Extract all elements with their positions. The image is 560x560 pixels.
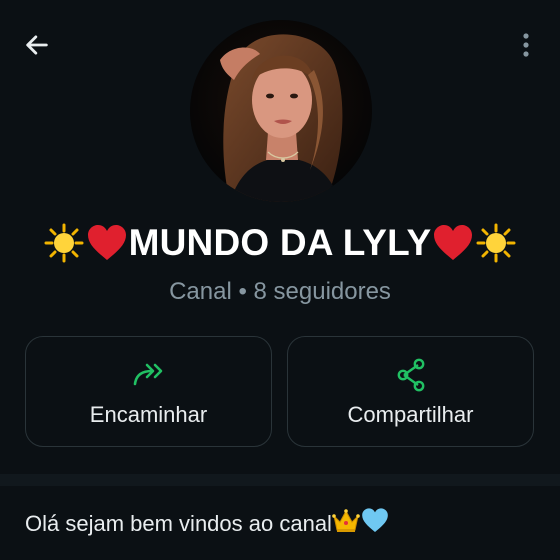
share-icon [393,357,429,393]
description-text: Olá sejam bem vindos ao canal [25,510,332,536]
light-blue-heart-icon [360,507,390,540]
red-heart-icon [432,223,474,263]
sun-icon [44,223,84,263]
more-options-button[interactable] [514,28,538,62]
channel-subtitle: Canal • 8 seguidores [169,278,391,305]
channel-avatar[interactable] [190,20,372,202]
sun-icon [476,223,516,263]
channel-name: MUNDO DA LYLY [0,215,560,271]
share-button[interactable]: Compartilhar [287,336,534,447]
channel-header-panel: MUNDO DA LYLY Canal • 8 seguidores Encam… [0,0,560,474]
channel-name-text: MUNDO DA LYLY [128,222,432,263]
section-divider [0,474,560,486]
arrow-left-icon [26,35,48,55]
more-vertical-icon [523,33,529,57]
forward-button[interactable]: Encaminhar [25,336,272,447]
forward-label: Encaminhar [89,402,208,427]
back-button[interactable] [20,28,54,62]
share-label: Compartilhar [347,402,474,427]
profile-photo [190,20,372,202]
red-heart-icon [86,223,128,263]
crown-icon [332,508,360,540]
channel-description: Olá sejam bem vindos ao canal [25,507,390,540]
forward-arrows-icon [131,357,167,393]
